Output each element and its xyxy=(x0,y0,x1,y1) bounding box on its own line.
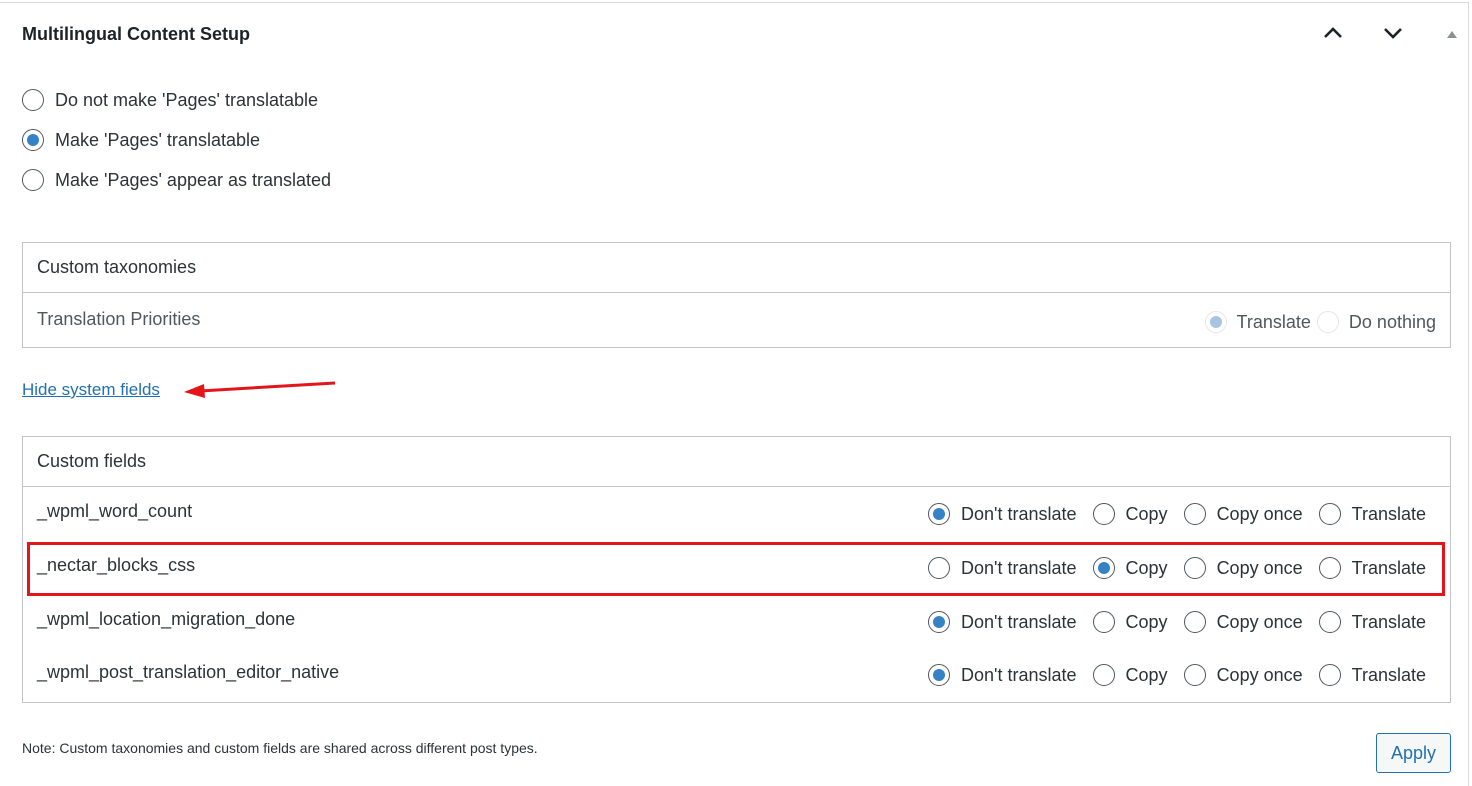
option-label: Copy xyxy=(1125,503,1168,524)
move-up-button[interactable] xyxy=(1320,20,1346,46)
move-down-button[interactable] xyxy=(1380,20,1406,46)
option-label: Copy xyxy=(1125,557,1168,578)
option-label: Translate xyxy=(1351,503,1426,524)
field-name: _nectar_blocks_css xyxy=(37,555,196,575)
option-label: Copy once xyxy=(1216,664,1303,685)
panel-title: Multilingual Content Setup xyxy=(22,24,250,44)
radio-appear-translated[interactable] xyxy=(22,169,44,191)
apply-button[interactable]: Apply xyxy=(1376,733,1451,773)
field-name: _wpml_location_migration_done xyxy=(37,609,296,629)
triangle-up-icon xyxy=(1447,31,1457,38)
mode-option-translatable[interactable]: Make 'Pages' translatable xyxy=(22,129,260,151)
option-label: Don't translate xyxy=(961,557,1077,578)
custom-fields-table: Custom fields _wpml_word_count Don't tra… xyxy=(22,436,1451,703)
chevron-down-icon xyxy=(1384,28,1402,39)
chevron-up-icon xyxy=(1324,27,1342,38)
radio-translate[interactable] xyxy=(1318,664,1341,686)
taxonomy-options: Translate Do nothing xyxy=(1204,311,1436,333)
field-name: _wpml_word_count xyxy=(37,501,193,521)
taxonomies-table: Custom taxonomies Translation Priorities… xyxy=(22,242,1451,348)
field-options: Don't translate Copy Copy once Translate xyxy=(928,611,1426,633)
mode-option-not-translatable[interactable]: Do not make 'Pages' translatable xyxy=(22,89,318,111)
radio-translatable[interactable] xyxy=(22,129,44,151)
table-row: _wpml_post_translation_editor_native Don… xyxy=(23,648,1450,702)
radio-not-translatable[interactable] xyxy=(22,89,44,111)
option-label: Translate xyxy=(1351,664,1426,685)
radio-translate[interactable] xyxy=(1318,503,1341,525)
option-label: Copy once xyxy=(1216,503,1303,524)
custom-fields-header: Custom fields xyxy=(23,437,1450,487)
mode-option-appear-translated[interactable]: Make 'Pages' appear as translated xyxy=(22,169,331,191)
note-text: Note: Custom taxonomies and custom field… xyxy=(22,740,538,756)
option-label: Copy xyxy=(1125,664,1168,685)
table-row: _wpml_location_migration_done Don't tran… xyxy=(23,595,1450,649)
radio-copy[interactable] xyxy=(1092,664,1115,686)
option-label: Translate xyxy=(1351,611,1426,632)
option-label: Copy xyxy=(1125,611,1168,632)
option-label: Copy once xyxy=(1216,557,1303,578)
arrow-left-icon xyxy=(184,381,336,398)
option-label: Translate xyxy=(1236,311,1311,332)
radio-dont-translate[interactable] xyxy=(928,664,951,686)
radio-dont-translate[interactable] xyxy=(928,503,951,525)
radio-copy-once[interactable] xyxy=(1183,503,1206,525)
radio-copy[interactable] xyxy=(1092,503,1115,525)
table-row: _nectar_blocks_css Don't translate Copy … xyxy=(23,541,1450,595)
field-options: Don't translate Copy Copy once Translate xyxy=(928,503,1426,525)
radio-copy[interactable] xyxy=(1092,611,1115,633)
radio-copy-once[interactable] xyxy=(1183,664,1206,686)
radio-taxonomy-do-nothing[interactable] xyxy=(1316,311,1339,333)
field-options: Don't translate Copy Copy once Translate xyxy=(928,664,1426,686)
option-label: Don't translate xyxy=(961,503,1077,524)
radio-dont-translate[interactable] xyxy=(928,611,951,633)
mode-option-label: Do not make 'Pages' translatable xyxy=(55,89,319,110)
mode-option-label: Make 'Pages' translatable xyxy=(55,129,260,150)
option-label: Don't translate xyxy=(961,664,1077,685)
table-row: _wpml_word_count Don't translate Copy Co… xyxy=(23,487,1450,541)
field-name: _wpml_post_translation_editor_native xyxy=(37,662,340,682)
radio-translate[interactable] xyxy=(1318,557,1341,579)
radio-copy-once[interactable] xyxy=(1183,611,1206,633)
radio-taxonomy-translate[interactable] xyxy=(1204,311,1227,333)
taxonomy-label: Translation Priorities xyxy=(37,309,201,329)
radio-dont-translate[interactable] xyxy=(928,557,951,579)
table-row: Translation Priorities Translate Do noth… xyxy=(23,293,1450,347)
option-label: Translate xyxy=(1351,557,1426,578)
radio-copy[interactable] xyxy=(1092,557,1115,579)
taxonomies-header: Custom taxonomies xyxy=(23,243,1450,293)
radio-copy-once[interactable] xyxy=(1183,557,1206,579)
field-options: Don't translate Copy Copy once Translate xyxy=(928,557,1426,579)
toggle-panel-button[interactable] xyxy=(1446,26,1460,38)
mode-option-label: Make 'Pages' appear as translated xyxy=(55,169,332,190)
option-label: Do nothing xyxy=(1348,311,1436,332)
radio-translate[interactable] xyxy=(1318,611,1341,633)
option-label: Don't translate xyxy=(961,611,1077,632)
hide-system-fields-link[interactable]: Hide system fields xyxy=(22,380,160,400)
option-label: Copy once xyxy=(1216,611,1303,632)
